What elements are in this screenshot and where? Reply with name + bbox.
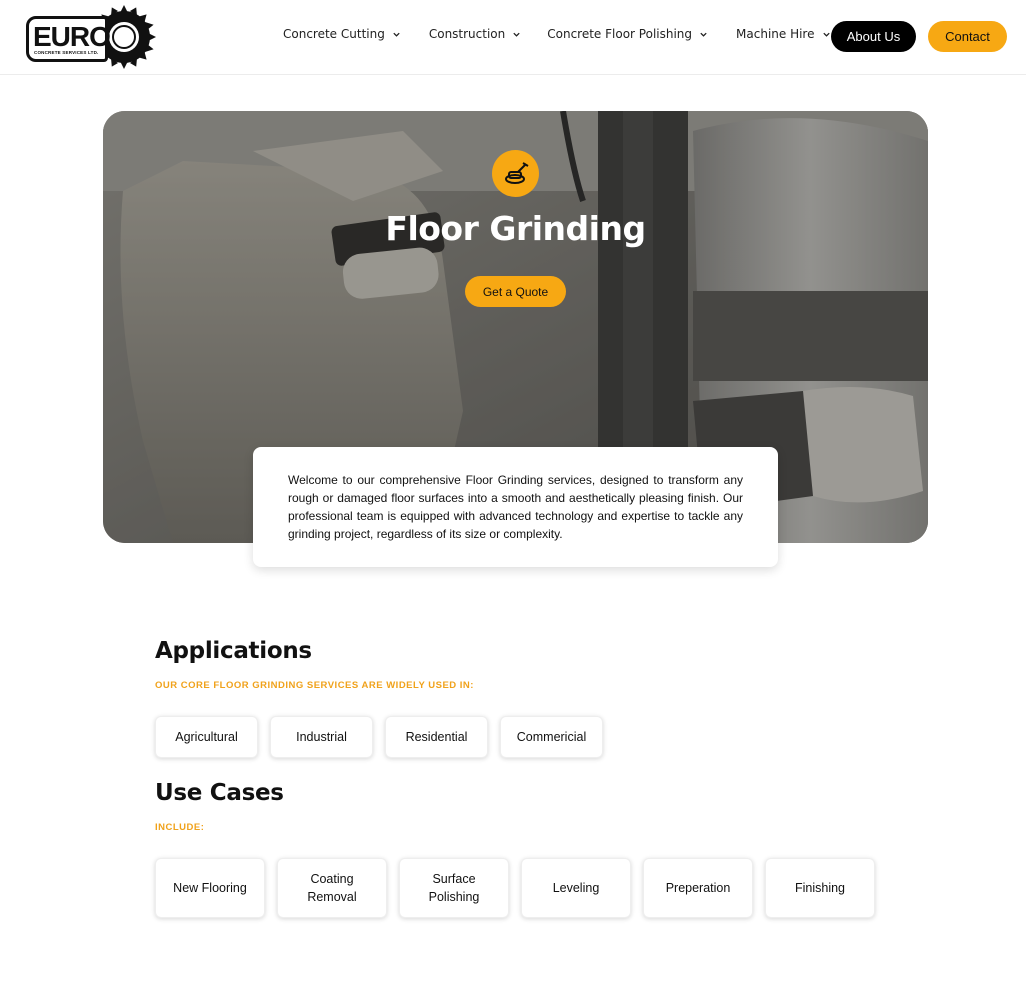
nav-concrete-floor-polishing[interactable]: Concrete Floor Polishing	[547, 27, 708, 41]
chevron-down-icon	[393, 32, 400, 37]
applications-subheading: OUR CORE FLOOR GRINDING SERVICES ARE WID…	[155, 680, 474, 691]
applications-list: Agricultural Industrial Residential Comm…	[155, 716, 615, 758]
use-case-chip-finishing[interactable]: Finishing	[765, 858, 875, 918]
chevron-down-icon	[513, 32, 520, 37]
use-case-chip-new-flooring[interactable]: New Flooring	[155, 858, 265, 918]
nav-construction[interactable]: Construction	[429, 27, 521, 41]
intro-card: Welcome to our comprehensive Floor Grind…	[253, 447, 778, 567]
application-chip-agricultural[interactable]: Agricultural	[155, 716, 258, 758]
logo-wordmark: EURO	[33, 21, 111, 52]
application-chip-industrial[interactable]: Industrial	[270, 716, 373, 758]
nav-concrete-cutting[interactable]: Concrete Cutting	[283, 27, 401, 41]
intro-paragraph: Welcome to our comprehensive Floor Grind…	[288, 473, 743, 541]
euro-logo[interactable]: EURO CONCRETE SERVICES LTD.	[26, 4, 156, 70]
logo-tagline: CONCRETE SERVICES LTD.	[34, 50, 99, 55]
use-case-chip-leveling[interactable]: Leveling	[521, 858, 631, 918]
nav-label: Concrete Cutting	[283, 27, 385, 41]
chevron-down-icon	[822, 32, 830, 37]
site-header: EURO CONCRETE SERVICES LTD. Concrete Cut…	[0, 0, 1026, 75]
use-case-chip-surface-polishing[interactable]: Surface Polishing	[399, 858, 509, 918]
floor-grinder-icon	[492, 150, 539, 197]
page-title: Floor Grinding	[385, 209, 646, 248]
use-cases-list: New Flooring Coating Removal Surface Pol…	[155, 858, 887, 918]
contact-button[interactable]: Contact	[928, 21, 1007, 52]
about-us-button[interactable]: About Us	[831, 21, 916, 52]
use-case-chip-coating-removal[interactable]: Coating Removal	[277, 858, 387, 918]
use-cases-heading: Use Cases	[155, 780, 284, 806]
main-nav: Concrete Cutting Construction Concrete F…	[283, 27, 861, 41]
nav-machine-hire[interactable]: Machine Hire	[736, 27, 830, 41]
nav-label: Machine Hire	[736, 27, 815, 41]
applications-heading: Applications	[155, 638, 312, 664]
get-a-quote-button[interactable]: Get a Quote	[465, 276, 566, 307]
nav-label: Construction	[428, 27, 506, 41]
application-chip-residential[interactable]: Residential	[385, 716, 488, 758]
application-chip-commercial[interactable]: Commericial	[500, 716, 603, 758]
use-case-chip-preperation[interactable]: Preperation	[643, 858, 753, 918]
use-cases-subheading: INCLUDE:	[155, 822, 205, 833]
chevron-down-icon	[700, 32, 707, 37]
nav-label: Concrete Floor Polishing	[547, 27, 693, 41]
